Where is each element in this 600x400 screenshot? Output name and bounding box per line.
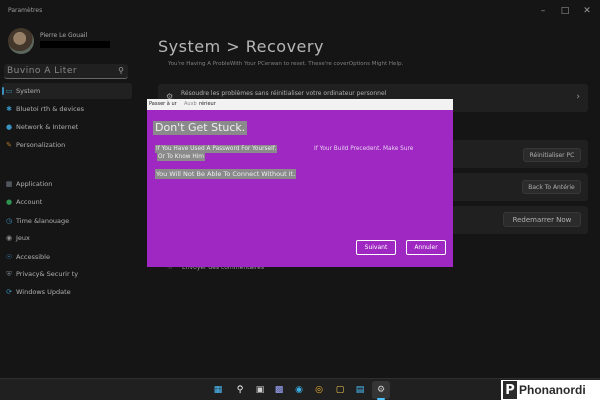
widgets-icon[interactable]: ▩ bbox=[272, 383, 286, 397]
dialog-body-line-1a: If You Have Used A Password For Yourself… bbox=[155, 145, 278, 153]
dialog-header-text-1: Passer à ur bbox=[149, 101, 177, 107]
settings-gear-icon[interactable]: ⚙ bbox=[374, 383, 388, 397]
task-view-icon[interactable]: ▣ bbox=[253, 383, 267, 397]
store-icon[interactable]: ▤ bbox=[353, 383, 367, 397]
dialog-header-text-2: Auxb bbox=[184, 101, 197, 107]
dialog-body-line-3: You Will Not Be Able To Connect Without … bbox=[155, 169, 297, 179]
chrome-icon[interactable]: ◎ bbox=[312, 383, 326, 397]
watermark-logo: P Phonanordi bbox=[501, 380, 600, 400]
watermark-text: Phonanordi bbox=[519, 383, 586, 397]
dialog-body-line-1b: If Your Build Precedent. Make Sure bbox=[314, 146, 414, 152]
start-icon[interactable]: ▦ bbox=[211, 383, 225, 397]
cancel-button[interactable]: Annuler bbox=[406, 240, 446, 255]
dialog-heading: Don't Get Stuck. bbox=[153, 121, 248, 135]
dialog-body-line-2: Or To Know Him bbox=[157, 153, 205, 161]
edge-icon[interactable]: ◉ bbox=[292, 383, 306, 397]
watermark-letter: P bbox=[503, 381, 517, 399]
reset-dialog: Passer à ur Auxb rérieur Don't Get Stuck… bbox=[147, 99, 453, 267]
folder-icon[interactable]: ▢ bbox=[333, 383, 347, 397]
next-button[interactable]: Suivant bbox=[356, 240, 396, 255]
dialog-header-text-3: rérieur bbox=[199, 101, 216, 107]
dialog-header: Passer à ur Auxb rérieur bbox=[147, 99, 453, 110]
search-icon[interactable]: ⚲ bbox=[233, 383, 247, 397]
